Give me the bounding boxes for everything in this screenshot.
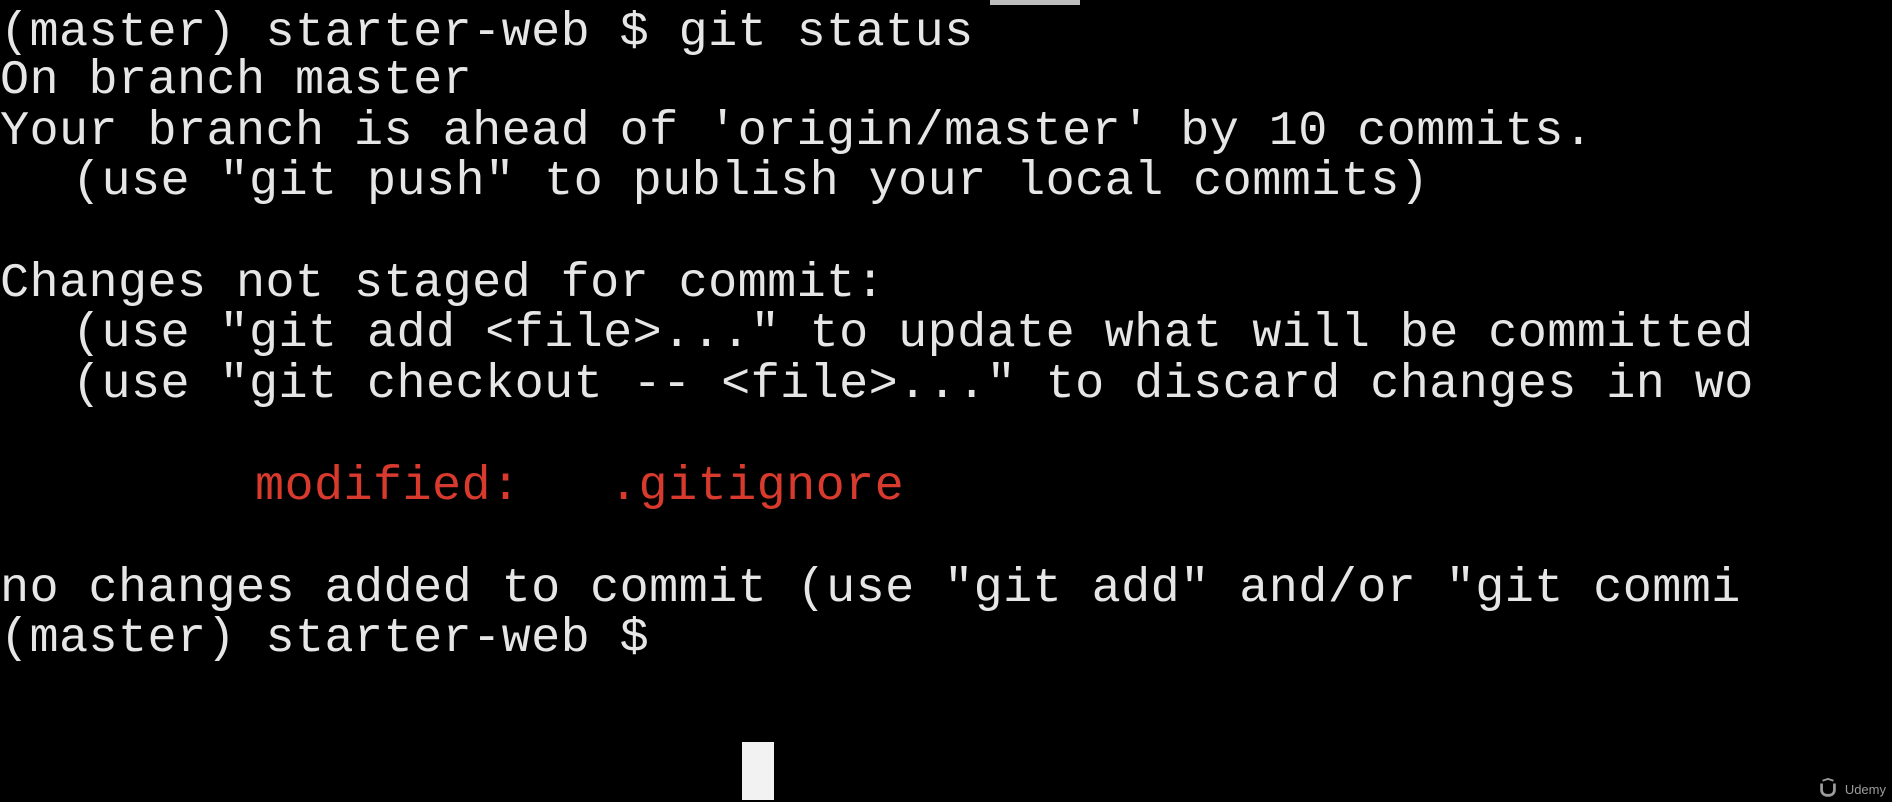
current-prompt-line: (master) starter-web $ xyxy=(0,611,650,666)
push-hint-line: (use "git push" to publish your local co… xyxy=(72,154,1430,209)
terminal-cursor[interactable] xyxy=(742,742,774,800)
modified-file-line: modified: .gitignore xyxy=(255,459,905,514)
udemy-logo-icon xyxy=(1820,778,1836,797)
terminal-window[interactable]: (master) starter-web $ git status On bra… xyxy=(0,0,1892,802)
watermark-text: Udemy xyxy=(1844,781,1886,797)
cropped-text-fragment xyxy=(990,0,1080,5)
udemy-watermark: Udemy xyxy=(1817,778,1886,800)
checkout-hint-line: (use "git checkout -- <file>..." to disc… xyxy=(72,357,1754,412)
